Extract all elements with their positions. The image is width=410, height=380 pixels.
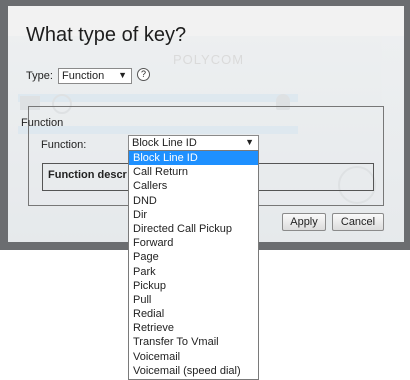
dropdown-option[interactable]: Voicemail — [129, 350, 258, 364]
type-select[interactable]: Function ▼ — [58, 68, 132, 84]
dropdown-option[interactable]: Redial — [129, 307, 258, 321]
dropdown-option[interactable]: Retrieve — [129, 321, 258, 335]
dropdown-option[interactable]: Pull — [129, 293, 258, 307]
dropdown-option[interactable]: Transfer To Vmail — [129, 335, 258, 349]
dropdown-option[interactable]: Block Line ID — [129, 151, 258, 166]
type-label: Type: — [26, 70, 53, 82]
dropdown-option[interactable]: Call Return — [129, 165, 258, 179]
help-icon[interactable]: ? — [137, 68, 150, 81]
dropdown-option[interactable]: Directed Call Pickup — [129, 222, 258, 236]
fieldset-legend: Function — [21, 117, 64, 129]
dropdown-option[interactable]: Forward — [129, 236, 258, 250]
cancel-button[interactable]: Cancel — [332, 213, 384, 231]
chevron-down-icon: ▼ — [118, 70, 127, 80]
apply-button[interactable]: Apply — [282, 213, 326, 231]
function-label: Function: — [41, 139, 87, 151]
dropdown-option[interactable]: Park — [129, 265, 258, 279]
function-description-label: Function descr — [48, 169, 127, 181]
dropdown-option[interactable]: Callers — [129, 179, 258, 193]
dropdown-option[interactable]: Pickup — [129, 279, 258, 293]
dropdown-option[interactable]: Page — [129, 250, 258, 264]
brand-watermark: POLYCOM — [173, 52, 245, 67]
function-select[interactable]: Block Line ID ▼ — [128, 135, 259, 151]
dropdown-option[interactable]: DND — [129, 194, 258, 208]
chevron-down-icon: ▼ — [245, 137, 254, 147]
dialog-title: What type of key? — [26, 24, 187, 46]
function-dropdown-list: Block Line ID Call Return Callers DND Di… — [128, 150, 259, 380]
dropdown-option[interactable]: Dir — [129, 208, 258, 222]
dropdown-option[interactable]: Voicemail (speed dial) — [129, 364, 258, 378]
function-select-value: Block Line ID — [132, 137, 197, 149]
type-select-value: Function — [62, 70, 105, 82]
